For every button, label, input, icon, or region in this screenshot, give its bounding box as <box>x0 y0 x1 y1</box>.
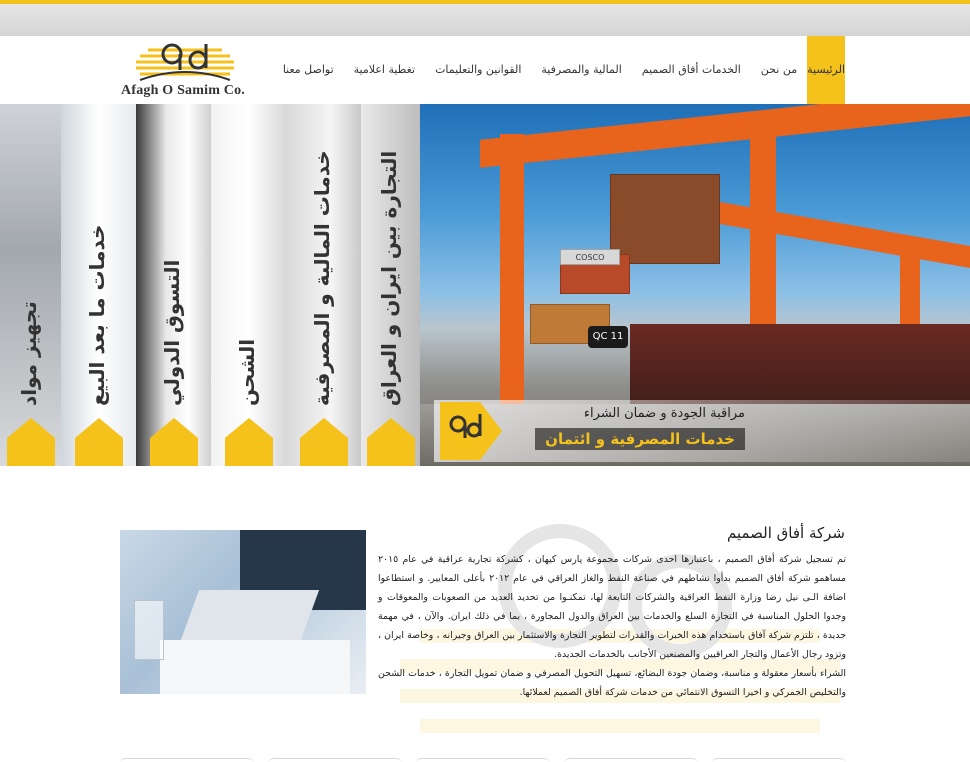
caption-line-2: خدمات المصرفية و ائتمان <box>535 428 745 450</box>
main-nav: الرئيسية من نحن الخدمات أفاق الصميم الما… <box>280 36 845 104</box>
nav-item-home[interactable]: الرئيسية <box>807 36 845 104</box>
nav-item-about[interactable]: من نحن <box>751 36 807 104</box>
hero-caption: مراقبة الجودة و ضمان الشراء خدمات المصرف… <box>434 400 970 462</box>
caption-logo-icon <box>440 402 502 460</box>
bottom-tab[interactable] <box>416 758 550 762</box>
bottom-tab[interactable] <box>564 758 698 762</box>
strip-label: الشحن <box>234 338 259 406</box>
strip-arrow-icon <box>299 418 348 466</box>
hero-image[interactable]: COSCO QC 11 مراقبة الجودة و ضمان الشراء … <box>420 104 970 466</box>
about-paragraph: الشراء بأسعار معقولة و مناسبة، وضمان جود… <box>378 668 846 698</box>
service-strip-finance[interactable]: خدمات المالية و المصرفية <box>286 104 361 466</box>
service-strip-shipping[interactable]: الشحن <box>211 104 286 466</box>
crane-id-label: QC 11 <box>588 326 628 348</box>
strip-label: تجهيز مواد <box>16 301 41 406</box>
nav-item-services[interactable]: الخدمات أفاق الصميم <box>632 36 751 104</box>
strip-arrow-icon <box>224 418 273 466</box>
cargo-container <box>610 174 720 264</box>
bottom-tab[interactable] <box>712 758 846 762</box>
service-strip-materials[interactable]: تجهيز مواد <box>0 104 61 466</box>
strip-arrow-icon <box>74 418 123 466</box>
site-header: Afagh O Samim Co. الرئيسية من نحن الخدما… <box>0 36 970 104</box>
about-section: شركة أفاق الصميم تم تسجيل شركة أفاق الصم… <box>0 466 970 762</box>
strip-label: التجارة بين ايران و العراق <box>376 150 401 406</box>
bottom-tabs <box>120 758 846 762</box>
cosco-container: COSCO <box>560 249 620 265</box>
photo-papers <box>160 640 350 694</box>
top-strip <box>0 0 970 36</box>
strip-arrow-icon <box>149 418 198 466</box>
strip-label: خدمات ما بعد البيع <box>84 224 109 406</box>
caption-line-1: مراقبة الجودة و ضمان الشراء <box>583 406 745 421</box>
company-logo[interactable]: Afagh O Samim Co. <box>118 38 248 102</box>
about-text: تم تسجيل شركة أفاق الصميم ، باعتبارها اح… <box>378 550 846 702</box>
photo-glass <box>134 600 164 660</box>
logo-text: Afagh O Samim Co. <box>121 83 245 98</box>
about-title: شركة أفاق الصميم <box>726 524 845 542</box>
bottom-tab[interactable] <box>268 758 402 762</box>
nav-item-contact[interactable]: تواصل معنا <box>273 36 344 104</box>
nav-item-finance[interactable]: المالية والمصرفية <box>531 36 631 104</box>
strip-arrow-icon <box>6 418 55 466</box>
crane-leg-left <box>500 134 524 434</box>
hero-banner: COSCO QC 11 مراقبة الجودة و ضمان الشراء … <box>0 104 970 466</box>
service-strip-aftersales[interactable]: خدمات ما بعد البيع <box>61 104 136 466</box>
strip-label: التسوق الدولي <box>159 259 184 406</box>
strip-arrow-icon <box>366 418 415 466</box>
crane-beam-top <box>480 104 970 168</box>
service-strip-trade[interactable]: التجارة بين ايران و العراق <box>361 104 420 466</box>
strip-label: خدمات المالية و المصرفية <box>309 150 334 406</box>
bottom-tab[interactable] <box>120 758 254 762</box>
photo-laptop <box>180 590 320 640</box>
service-strip-shopping[interactable]: التسوق الدولي <box>136 104 211 466</box>
about-paragraph: تم تسجيل شركة أفاق الصميم ، باعتبارها اح… <box>378 554 846 660</box>
business-meeting-image <box>120 530 366 694</box>
nav-item-regulations[interactable]: القوانين والتعليمات <box>425 36 531 104</box>
logo-mark-icon <box>136 43 234 81</box>
nav-item-media[interactable]: تغطية اعلامية <box>344 36 425 104</box>
